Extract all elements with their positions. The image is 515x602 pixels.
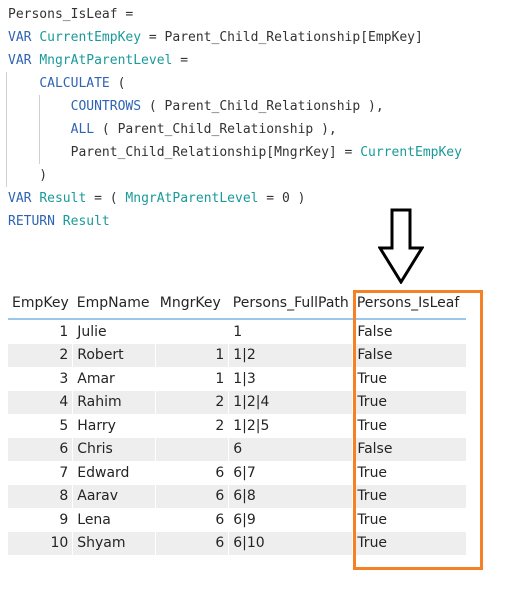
code-line: Parent_Child_Relationship[MngrKey] = Cur… (8, 141, 462, 164)
code-text: = 0 ) (258, 191, 306, 206)
indent-guide (6, 72, 7, 187)
code-text: = ( (86, 191, 126, 206)
column-header-mngrkey[interactable]: MngrKey (155, 288, 229, 320)
code-variable: Result (39, 191, 87, 206)
cell-mngrkey: 1 (155, 343, 229, 367)
cell-empname: Rahim (72, 390, 156, 414)
dax-code-block: Persons_IsLeaf = VAR CurrentEmpKey = Pare… (6, 3, 462, 233)
cell-empname: Shyam (72, 531, 156, 555)
cell-empname: Amar (72, 367, 156, 391)
cell-mngrkey: 6 (155, 461, 229, 485)
code-variable: MngrAtParentLevel (39, 53, 173, 68)
highlight-box (353, 290, 483, 570)
cell-fullpath: 6|7 (228, 461, 353, 485)
cell-fullpath: 1|3 (228, 367, 353, 391)
cell-empkey: 9 (59, 511, 69, 528)
code-keyword: COUNTROWS (70, 99, 142, 114)
cell-empname: Chris (72, 437, 156, 461)
code-line: ) (8, 164, 462, 187)
cell-empname: Aarav (72, 484, 156, 508)
cell-fullpath: 1|2|4 (228, 390, 353, 414)
cell-mngrkey (155, 437, 229, 461)
cell-empkey: 1 (59, 323, 69, 340)
indent-guide (39, 95, 40, 164)
code-text: ( Parent_Child_Relationship ), (141, 99, 384, 114)
cell-mngrkey: 6 (155, 484, 229, 508)
cell-empkey: 4 (8, 390, 73, 414)
cell-empkey: 3 (59, 370, 69, 387)
cell-empname: Robert (72, 343, 156, 367)
cell-mngrkey: 2 (155, 414, 229, 438)
cell-fullpath: 6 (228, 437, 353, 461)
code-text: Parent_Child_Relationship[MngrKey] = (8, 145, 361, 160)
cell-fullpath: 1 (228, 319, 353, 344)
cell-fullpath: 6|8 (228, 484, 353, 508)
code-line: VAR MngrAtParentLevel = (8, 49, 462, 72)
cell-empname: Edward (72, 461, 156, 485)
code-line: Persons_IsLeaf = (8, 3, 462, 26)
code-variable: CurrentEmpKey (360, 145, 462, 160)
column-header-fullpath[interactable]: Persons_FullPath (228, 288, 353, 320)
code-keyword: VAR (8, 53, 40, 68)
code-keyword: ALL (70, 122, 95, 137)
down-arrow-icon (378, 208, 424, 284)
cell-empname: Lena (72, 508, 156, 532)
cell-mngrkey: 6 (155, 531, 229, 555)
code-keyword: RETURN (8, 214, 63, 229)
cell-empname: Harry (72, 414, 156, 438)
code-text: Persons_IsLeaf = (8, 7, 134, 22)
code-variable: Result (62, 214, 110, 229)
cell-empkey: 2 (8, 343, 73, 367)
code-keyword: CALCULATE (39, 76, 110, 91)
code-variable: MngrAtParentLevel (125, 191, 259, 206)
cell-fullpath: 6|9 (228, 508, 353, 532)
cell-mngrkey: 2 (155, 390, 229, 414)
cell-empkey: 7 (59, 464, 69, 481)
code-text: ( (109, 76, 126, 91)
cell-mngrkey (155, 319, 229, 344)
code-line: VAR Result = ( MngrAtParentLevel = 0 ) (8, 187, 462, 210)
code-line: CALCULATE ( (8, 72, 462, 95)
code-keyword: VAR (8, 191, 40, 206)
column-header-empkey[interactable]: EmpKey (8, 288, 73, 320)
code-line: VAR CurrentEmpKey = Parent_Child_Relatio… (8, 26, 462, 49)
code-text: = Parent_Child_Relationship[EmpKey] (141, 30, 423, 45)
code-line: COUNTROWS ( Parent_Child_Relationship ), (8, 95, 462, 118)
cell-empkey: 5 (59, 417, 69, 434)
cell-fullpath: 1|2|5 (228, 414, 353, 438)
cell-empkey: 6 (8, 437, 73, 461)
cell-empkey: 10 (8, 531, 73, 555)
cell-mngrkey: 6 (155, 508, 229, 532)
cell-empname: Julie (72, 319, 156, 344)
code-variable: CurrentEmpKey (39, 30, 142, 45)
code-text: ( Parent_Child_Relationship ), (94, 122, 337, 137)
cell-fullpath: 1|2 (228, 343, 353, 367)
cell-mngrkey: 1 (155, 367, 229, 391)
code-keyword: VAR (8, 30, 40, 45)
code-text: = (172, 53, 189, 68)
cell-empkey: 8 (8, 484, 73, 508)
column-header-empname[interactable]: EmpName (72, 288, 156, 320)
code-line: ALL ( Parent_Child_Relationship ), (8, 118, 462, 141)
code-text: ) (8, 168, 48, 183)
cell-fullpath: 6|10 (228, 531, 353, 555)
